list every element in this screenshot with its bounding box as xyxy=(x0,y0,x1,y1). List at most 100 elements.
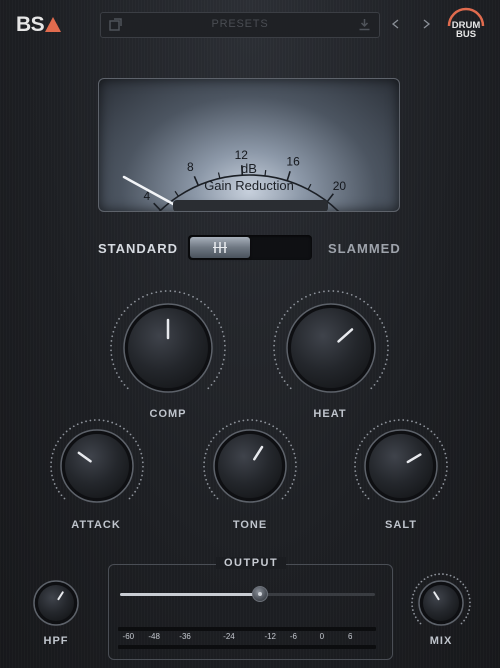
comp-knob-scale-dot xyxy=(164,290,167,292)
output-meter-right xyxy=(118,645,376,649)
attack-knob-scale-dot xyxy=(139,448,141,451)
salt-knob-scale-dot xyxy=(364,494,367,497)
mix-knob-scale-dot xyxy=(434,573,437,576)
comp-knob-scale-dot xyxy=(113,326,116,329)
attack-knob-scale-dot xyxy=(52,478,55,481)
comp-knob[interactable] xyxy=(105,285,231,411)
salt-knob-scale-dot xyxy=(376,425,379,428)
output-scale-label: -60 xyxy=(122,632,135,641)
mix-knob-scale-dot xyxy=(459,580,462,583)
salt-knob-scale-dot xyxy=(366,433,369,436)
attack-knob-scale-dot xyxy=(50,470,53,473)
heat-knob-cap xyxy=(291,308,371,388)
tone-knob-scale-dot xyxy=(260,420,262,423)
salt-knob-scale-dot xyxy=(355,474,357,477)
mix-knob-scale-dot xyxy=(460,622,463,625)
attack-knob-scale-dot xyxy=(65,430,68,433)
heat-knob-scale-dot xyxy=(384,363,387,366)
brand-logo-text: BS xyxy=(16,13,45,36)
heat-knob-label: HEAT xyxy=(313,408,347,420)
save-preset-icon[interactable] xyxy=(358,18,371,31)
comp-knob-scale-dot xyxy=(224,349,226,352)
comp-knob-scale-dot xyxy=(210,310,213,313)
attack-knob-scale-dot xyxy=(102,419,105,422)
mix-knob-scale-dot xyxy=(412,593,415,596)
mode-toggle-switch[interactable] xyxy=(188,235,312,260)
tone-knob-scale-dot xyxy=(225,425,228,428)
meter-unit-label: dB xyxy=(241,161,257,176)
attack-knob-scale-dot xyxy=(139,478,142,481)
attack-knob-scale-dot xyxy=(128,497,131,500)
tone-knob-scale-dot xyxy=(204,452,207,455)
mode-toggle-thumb[interactable] xyxy=(190,237,250,258)
comp-knob-label: COMP xyxy=(149,408,187,420)
salt-knob-scale-dot xyxy=(440,487,443,489)
salt-knob-scale-dot xyxy=(438,490,441,493)
comp-knob-scale-dot xyxy=(216,317,218,320)
attack-knob-scale-dot xyxy=(54,444,57,447)
hpf-knob[interactable] xyxy=(28,575,84,631)
tone-knob-scale-dot xyxy=(210,440,212,443)
mix-knob-scale-dot xyxy=(438,573,440,575)
mix-knob-scale-dot xyxy=(413,590,416,592)
mix-knob-scale-dot xyxy=(463,619,465,622)
salt-knob-scale-dot xyxy=(358,444,361,447)
salt-knob-scale-dot xyxy=(354,457,357,459)
salt-knob[interactable] xyxy=(349,414,453,518)
tone-knob-scale-dot xyxy=(215,433,218,436)
comp-knob-scale-dot xyxy=(222,335,225,338)
mix-knob-scale-dot xyxy=(468,597,471,600)
mix-knob[interactable] xyxy=(406,568,476,638)
mix-knob-scale-dot xyxy=(417,619,419,622)
salt-knob-scale-dot xyxy=(359,487,362,489)
mode-standard-label[interactable]: STANDARD xyxy=(98,241,178,256)
mix-knob-scale-dot xyxy=(466,590,469,592)
meter-tick xyxy=(153,202,162,211)
heat-knob-scale-dot xyxy=(300,298,303,300)
tone-knob-scale-dot xyxy=(284,494,287,497)
comp-knob-scale-dot xyxy=(133,300,136,303)
mode-slammed-label[interactable]: SLAMMED xyxy=(328,241,401,256)
salt-knob-scale-dot xyxy=(427,427,429,430)
tone-knob-scale-dot xyxy=(229,423,232,426)
attack-knob-scale-dot xyxy=(51,474,53,477)
meter-face: 04812162024 dB Gain Reduction xyxy=(122,148,346,211)
output-scale-label: 0 xyxy=(319,632,325,641)
attack-knob-scale-dot xyxy=(134,490,137,493)
tone-knob-cap xyxy=(218,434,282,498)
tone-knob-scale-dot xyxy=(238,420,240,423)
tone-knob-scale-dot xyxy=(268,423,271,426)
heat-knob-scale-dot xyxy=(373,383,376,386)
heat-knob-scale-dot xyxy=(363,300,366,303)
meter-tick xyxy=(326,193,334,203)
tone-knob-scale-dot xyxy=(216,497,219,500)
heat-knob-scale-dot xyxy=(387,344,389,347)
heat-knob[interactable] xyxy=(268,285,394,411)
heat-knob-scale-dot xyxy=(273,344,275,347)
mix-knob-scale-dot xyxy=(411,605,414,608)
mix-knob-scale-dot xyxy=(420,580,423,583)
heat-knob-scale-dot xyxy=(381,372,384,374)
heat-knob-scale-dot xyxy=(350,293,353,296)
attack-knob[interactable] xyxy=(45,414,149,518)
next-preset-icon[interactable] xyxy=(420,18,432,30)
hpf-knob-cap xyxy=(38,585,74,621)
attack-knob-scale-dot xyxy=(53,483,56,485)
salt-knob-scale-dot xyxy=(433,433,436,436)
comp-knob-scale-dot xyxy=(123,310,126,313)
heat-knob-scale-dot xyxy=(337,290,339,293)
mix-knob-scale-dot xyxy=(423,578,426,581)
attack-knob-scale-dot xyxy=(98,419,101,421)
tone-knob[interactable] xyxy=(198,414,302,518)
salt-knob-scale-dot xyxy=(445,474,447,477)
salt-knob-scale-dot xyxy=(445,470,448,473)
previous-preset-icon[interactable] xyxy=(390,18,402,30)
tone-knob-scale-dot xyxy=(213,494,216,497)
meter-caption: Gain Reduction xyxy=(204,178,294,193)
heat-knob-scale-dot xyxy=(286,383,289,386)
attack-knob-scale-dot xyxy=(142,465,144,468)
attack-knob-scale-dot xyxy=(57,490,60,493)
heat-knob-scale-dot xyxy=(273,349,275,352)
preset-selector[interactable]: PRESETS xyxy=(100,12,380,38)
attack-knob-scale-dot xyxy=(69,427,71,430)
